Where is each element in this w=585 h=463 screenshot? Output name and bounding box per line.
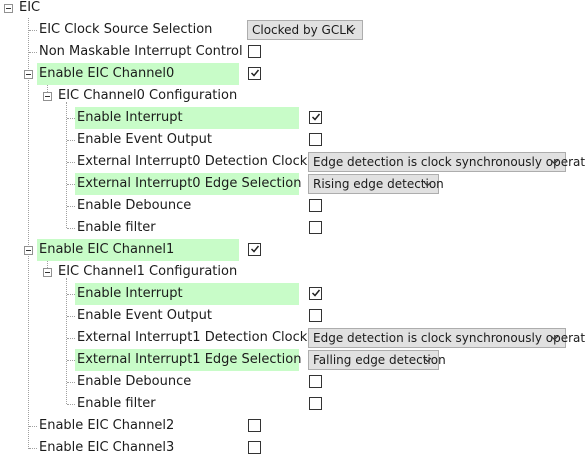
ch0-debounce-label: Enable Debounce <box>77 198 192 213</box>
nmi-label: Non Maskable Interrupt Control <box>39 44 243 59</box>
collapse-icon[interactable] <box>4 4 13 13</box>
ch1-detection-clock-label: External Interrupt1 Detection Clock <box>77 330 308 345</box>
tree-line <box>66 278 67 404</box>
checkmark-icon <box>311 113 321 121</box>
enable-channel3-checkbox[interactable] <box>248 441 261 454</box>
ch0-filter-label: Enable filter <box>77 220 156 235</box>
ch1-enable-interrupt-label: Enable Interrupt <box>75 283 299 305</box>
tree-line <box>67 184 75 185</box>
ch0-enable-interrupt-label: Enable Interrupt <box>75 107 299 129</box>
chevron-down-icon <box>550 159 559 165</box>
ch1-edge-selection-dropdown[interactable]: Falling edge detection <box>308 350 446 370</box>
chevron-down-icon <box>550 335 559 341</box>
enable-channel1-checkbox[interactable] <box>248 243 261 256</box>
clock-source-label: EIC Clock Source Selection <box>39 22 213 37</box>
collapse-icon[interactable] <box>43 268 52 277</box>
tree-line <box>67 140 75 141</box>
ch0-enable-event-label: Enable Event Output <box>77 132 212 147</box>
tree-line <box>67 206 75 207</box>
chevron-down-icon <box>423 181 432 187</box>
ch1-edge-selection-label: External Interrupt1 Edge Selection <box>75 349 301 371</box>
ch1-detection-clock-value: Edge detection is clock synchronously op… <box>313 331 585 345</box>
enable-channel1-label: Enable EIC Channel1 <box>37 239 239 261</box>
ch1-debounce-checkbox[interactable] <box>309 375 322 388</box>
ch0-edge-selection-label: External Interrupt0 Edge Selection <box>75 173 301 195</box>
tree-line <box>67 338 75 339</box>
enable-channel2-checkbox[interactable] <box>248 419 261 432</box>
ch0-detection-clock-label: External Interrupt0 Detection Clock <box>77 154 308 169</box>
nmi-checkbox[interactable] <box>248 45 261 58</box>
collapse-icon[interactable] <box>24 70 33 79</box>
ch0-detection-clock-dropdown[interactable]: Edge detection is clock synchronously op… <box>308 152 585 172</box>
collapse-icon[interactable] <box>43 92 52 101</box>
tree-line <box>67 118 75 119</box>
ch0-filter-checkbox[interactable] <box>309 221 322 234</box>
enable-channel0-checkbox[interactable] <box>248 67 261 80</box>
chevron-down-icon <box>423 357 432 363</box>
ch1-filter-label: Enable filter <box>77 396 156 411</box>
checkmark-icon <box>250 69 260 77</box>
tree-line <box>67 162 75 163</box>
ch1-detection-clock-dropdown[interactable]: Edge detection is clock synchronously op… <box>308 328 585 348</box>
tree-line <box>29 448 37 449</box>
checkmark-icon <box>250 245 260 253</box>
checkmark-icon <box>311 289 321 297</box>
tree-line <box>67 404 75 405</box>
tree-node-eic: EIC <box>19 0 41 15</box>
ch0-edge-selection-dropdown[interactable]: Rising edge detection <box>308 174 444 194</box>
ch1-enable-event-checkbox[interactable] <box>309 309 322 322</box>
enable-channel3-label: Enable EIC Channel3 <box>39 440 175 455</box>
tree-line <box>29 426 37 427</box>
ch1-enable-event-label: Enable Event Output <box>77 308 212 323</box>
enable-channel0-label: Enable EIC Channel0 <box>37 63 239 85</box>
channel1-config-label: EIC Channel1 Configuration <box>58 264 238 279</box>
tree-line <box>67 228 75 229</box>
tree-line <box>29 30 37 31</box>
tree-line <box>28 18 29 449</box>
tree-line <box>66 102 67 228</box>
tree-line <box>67 294 75 295</box>
clock-source-value: Clocked by GCLK <box>252 23 354 37</box>
chevron-down-icon <box>347 27 356 33</box>
ch1-debounce-label: Enable Debounce <box>77 374 192 389</box>
ch1-filter-checkbox[interactable] <box>309 397 322 410</box>
enable-channel2-label: Enable EIC Channel2 <box>39 418 175 433</box>
ch1-enable-interrupt-checkbox[interactable] <box>309 287 322 300</box>
channel0-config-label: EIC Channel0 Configuration <box>58 88 238 103</box>
tree-line <box>67 382 75 383</box>
ch0-enable-interrupt-checkbox[interactable] <box>309 111 322 124</box>
ch0-enable-event-checkbox[interactable] <box>309 133 322 146</box>
ch0-debounce-checkbox[interactable] <box>309 199 322 212</box>
tree-line <box>29 52 37 53</box>
ch0-detection-clock-value: Edge detection is clock synchronously op… <box>313 155 585 169</box>
tree-line <box>67 360 75 361</box>
collapse-icon[interactable] <box>24 246 33 255</box>
clock-source-dropdown[interactable]: Clocked by GCLK <box>247 20 363 40</box>
tree-line <box>67 316 75 317</box>
